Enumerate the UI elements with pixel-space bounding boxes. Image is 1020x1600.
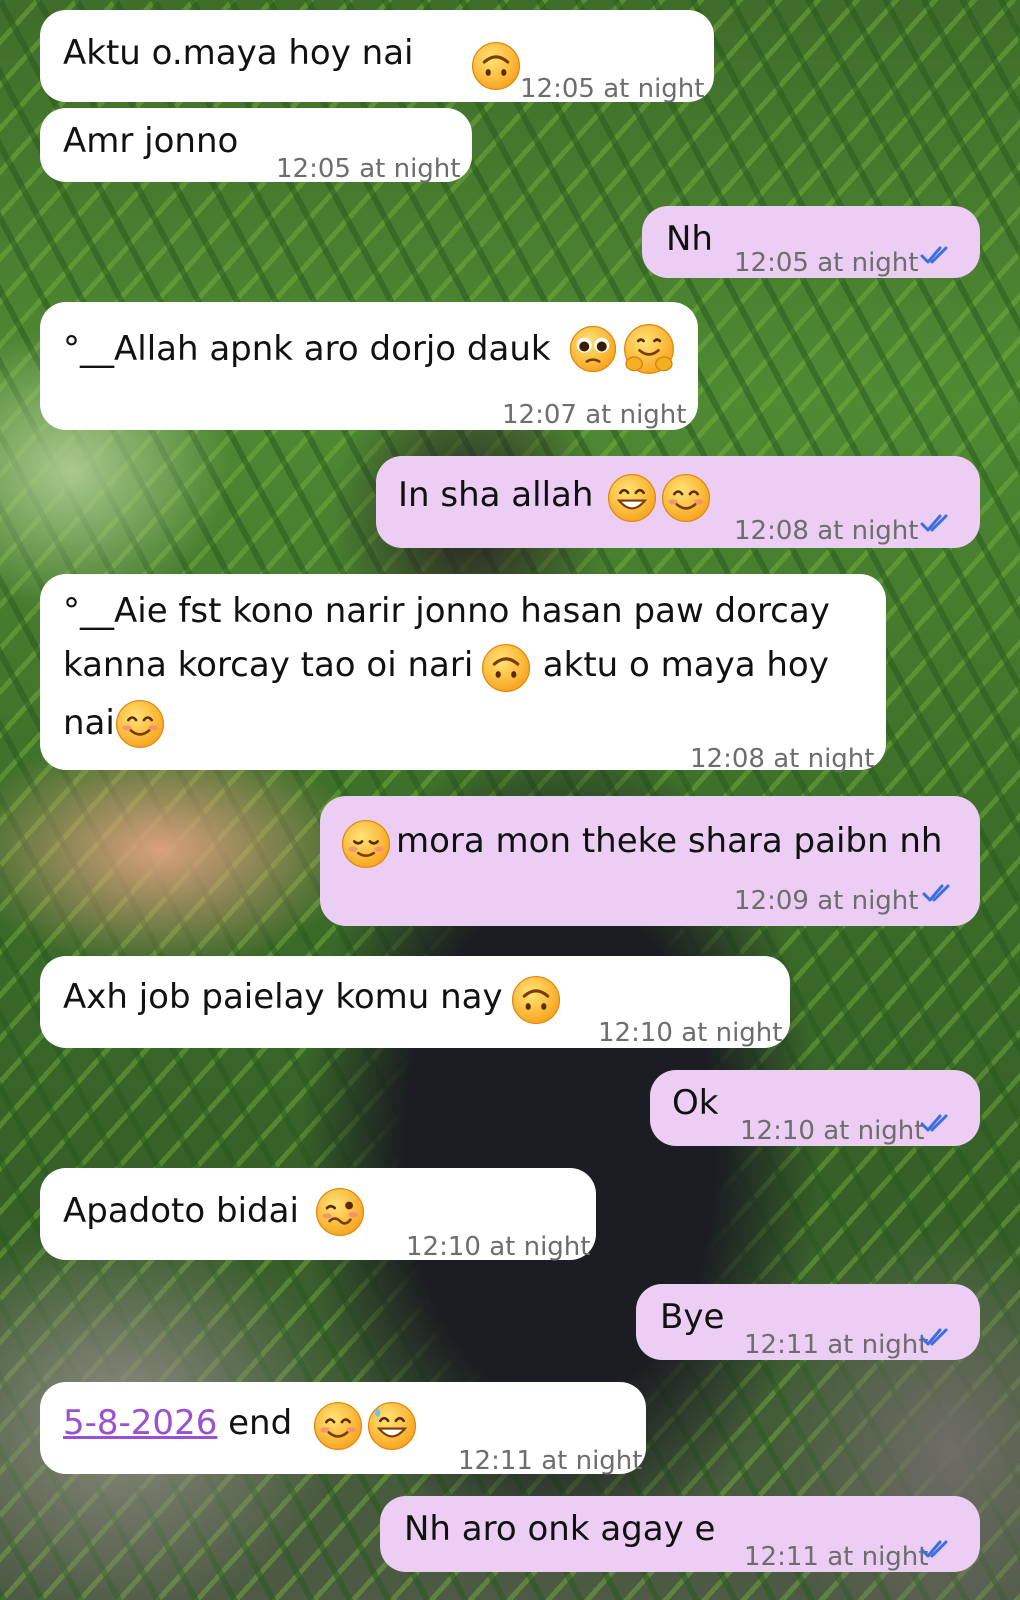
message-bubble-outgoing[interactable]: mora mon theke shara paibn nh 12:09 at n…	[320, 796, 980, 926]
smiling-face-icon	[660, 472, 712, 524]
read-receipt-icon	[922, 882, 956, 904]
message-time: 12:08 at night	[734, 516, 919, 546]
read-receipt-icon	[920, 244, 954, 266]
smiling-face-icon	[114, 698, 166, 750]
hugging-face-icon	[622, 322, 676, 376]
message-time: 12:11 at night	[744, 1542, 929, 1572]
message-text: Apadoto bidai	[63, 1191, 299, 1231]
chat-screen: { "messages": [ {"direction": "incoming"…	[0, 0, 1020, 1600]
message-time: 12:05 at night	[276, 154, 461, 184]
message-text: °__Allah apnk aro dorjo dauk	[63, 329, 551, 369]
message-bubble-outgoing[interactable]: In sha allah 12:08 at night	[376, 456, 980, 548]
message-bubble-incoming[interactable]: Amr jonno 12:05 at night	[40, 108, 472, 184]
date-link[interactable]: 5-8-2026	[63, 1403, 217, 1443]
message-text-row: 5-8-2026 end	[63, 1396, 292, 1450]
message-time: 12:10 at night	[740, 1116, 925, 1146]
pleading-face-icon	[568, 324, 618, 374]
message-bubble-outgoing[interactable]: Ok 12:10 at night	[650, 1070, 980, 1146]
read-receipt-icon	[920, 1112, 954, 1134]
message-text-line-2: kanna korcay tao oi nari	[63, 645, 474, 685]
upside-down-face-icon	[480, 642, 532, 694]
message-bubble-incoming[interactable]: °__Allah apnk aro dorjo dauk 12:07 at ni…	[40, 302, 698, 430]
message-bubble-incoming[interactable]: Axh job paielay komu nay 12:10 at night	[40, 956, 790, 1048]
message-time: 12:08 at night	[690, 744, 875, 774]
grinning-face-icon	[606, 472, 658, 524]
read-receipt-icon	[920, 1326, 954, 1348]
message-time: 12:11 at night	[744, 1330, 929, 1360]
message-bubble-incoming[interactable]: Apadoto bidai 12:10 at night	[40, 1168, 596, 1262]
message-bubble-incoming[interactable]: Aktu o.maya hoy nai 12:05 at night	[40, 10, 714, 104]
message-text-line-2-cont: aktu o maya hoy	[532, 645, 829, 685]
message-text: In sha allah	[398, 475, 594, 515]
message-time: 12:11 at night	[458, 1446, 643, 1476]
message-bubble-incoming[interactable]: °__Aie fst kono narir jonno hasan paw do…	[40, 574, 886, 774]
smiling-face-icon	[312, 1400, 364, 1452]
message-time: 12:10 at night	[406, 1232, 591, 1262]
message-text: Aktu o.maya hoy nai	[63, 33, 414, 73]
message-bubble-outgoing[interactable]: Nh 12:05 at night	[642, 206, 980, 278]
message-time: 12:09 at night	[734, 886, 919, 916]
message-text: mora mon theke shara paibn nh	[396, 821, 943, 861]
read-receipt-icon	[920, 512, 954, 534]
message-text: Amr jonno	[63, 121, 239, 161]
read-receipt-icon	[920, 1538, 954, 1560]
message-bubble-outgoing[interactable]: Nh aro onk agay e 12:11 at night	[380, 1496, 980, 1572]
message-text: end	[217, 1403, 293, 1443]
message-text: Nh	[666, 219, 713, 259]
grinning-sweat-face-icon	[366, 1400, 418, 1452]
message-time: 12:05 at night	[520, 74, 705, 104]
message-time: 12:10 at night	[598, 1018, 783, 1048]
upside-down-face-icon	[470, 40, 522, 92]
message-time: 12:07 at night	[502, 400, 687, 430]
message-text-line-1: °__Aie fst kono narir jonno hasan paw do…	[63, 591, 830, 631]
woozy-face-icon	[314, 1186, 366, 1238]
message-text-line-3: nai	[63, 703, 115, 743]
message-text: Bye	[660, 1297, 725, 1337]
message-text: Nh aro onk agay e	[404, 1509, 716, 1549]
relieved-face-icon	[340, 818, 392, 870]
message-time: 12:05 at night	[734, 248, 919, 278]
message-text: Ok	[672, 1083, 719, 1123]
upside-down-face-icon	[510, 974, 562, 1026]
message-text: Axh job paielay komu nay	[63, 977, 503, 1017]
message-bubble-incoming[interactable]: 5-8-2026 end 12:11 at night	[40, 1382, 646, 1476]
message-bubble-outgoing[interactable]: Bye 12:11 at night	[636, 1284, 980, 1360]
